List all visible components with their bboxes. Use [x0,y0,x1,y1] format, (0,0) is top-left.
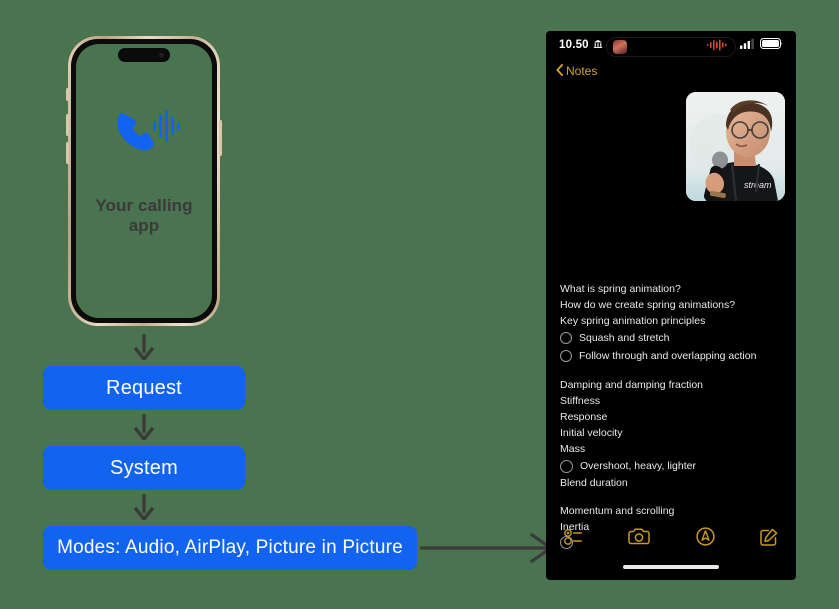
note-line: Blend duration [560,477,628,489]
phone-screen: Your calling app [76,44,212,318]
note-content[interactable]: What is spring animation? How do we crea… [546,281,796,549]
cellular-bars-icon [740,36,755,54]
right-phone-notes-app: 10.50 Notes stream What is spring animat… [546,31,796,580]
camera-icon[interactable] [628,528,651,550]
bank-building-icon [593,39,603,52]
checkbox-circle-icon[interactable] [560,350,572,362]
note-line: Mass [560,443,586,455]
picture-in-picture-video[interactable]: stream [686,92,785,201]
flow-arrow-down-2 [133,412,155,442]
flow-box-modes[interactable]: Modes: Audio, AirPlay, Picture in Pictur… [43,526,417,570]
power-button[interactable] [219,120,222,156]
flow-arrow-down-3 [133,492,155,522]
chevron-left-icon [556,63,563,79]
note-line: Response [560,411,608,423]
flow-arrow-right [418,530,562,566]
flow-box-system[interactable]: System [43,446,245,490]
back-label: Notes [566,64,598,78]
battery-full-icon [760,36,783,54]
note-checklist-item[interactable]: Follow through and overlapping action [560,347,782,365]
note-line: Overshoot, heavy, lighter [580,460,696,472]
pip-person-image: stream [686,92,785,201]
note-checklist-item[interactable]: Overshoot, heavy, lighter [560,457,782,475]
nav-bar: Notes [546,59,796,83]
left-phone-caption: Your calling app [95,195,193,235]
volume-down-button[interactable] [66,142,69,164]
volume-up-button[interactable] [66,114,69,136]
note-line: Stiffness [560,395,601,407]
status-bar-time-group: 10.50 [559,39,603,52]
status-bar: 10.50 [546,31,796,59]
canvas: Your calling app Request System Modes: A… [0,0,839,609]
note-line: Initial velocity [560,427,623,439]
left-phone-mockup: Your calling app [66,36,222,326]
audio-waveform-icon [707,38,729,56]
back-to-notes-button[interactable]: Notes [556,63,598,79]
dynamic-island[interactable] [606,37,736,57]
notes-toolbar [546,524,796,554]
note-line: How do we create spring animations? [560,299,736,311]
status-time: 10.50 [559,39,589,51]
checklist-icon[interactable] [564,528,583,550]
flow-box-request[interactable]: Request [43,366,245,410]
note-checklist-item[interactable]: Squash and stretch [560,329,782,347]
flow-arrow-down-1 [133,332,155,362]
phone-bezel: Your calling app [71,39,217,323]
note-line: Key spring animation principles [560,315,706,327]
status-bar-indicators [740,36,783,54]
mute-switch[interactable] [66,88,69,101]
note-spacer [560,365,782,377]
checkbox-circle-icon[interactable] [560,459,573,473]
note-line: What is spring animation? [560,283,681,295]
note-line: Momentum and scrolling [560,505,675,517]
phone-call-waves-icon [107,101,181,158]
dynamic-island [118,48,170,62]
note-line: Follow through and overlapping action [579,350,757,362]
front-camera-icon [159,52,164,58]
home-indicator[interactable] [623,565,719,569]
note-line: Damping and damping fraction [560,379,704,391]
note-spacer [560,491,782,503]
note-line: Squash and stretch [579,332,670,344]
compose-icon[interactable] [760,528,778,551]
checkbox-circle-icon[interactable] [560,332,572,344]
markup-pen-icon[interactable] [696,527,715,551]
video-call-thumbnail [613,40,627,54]
